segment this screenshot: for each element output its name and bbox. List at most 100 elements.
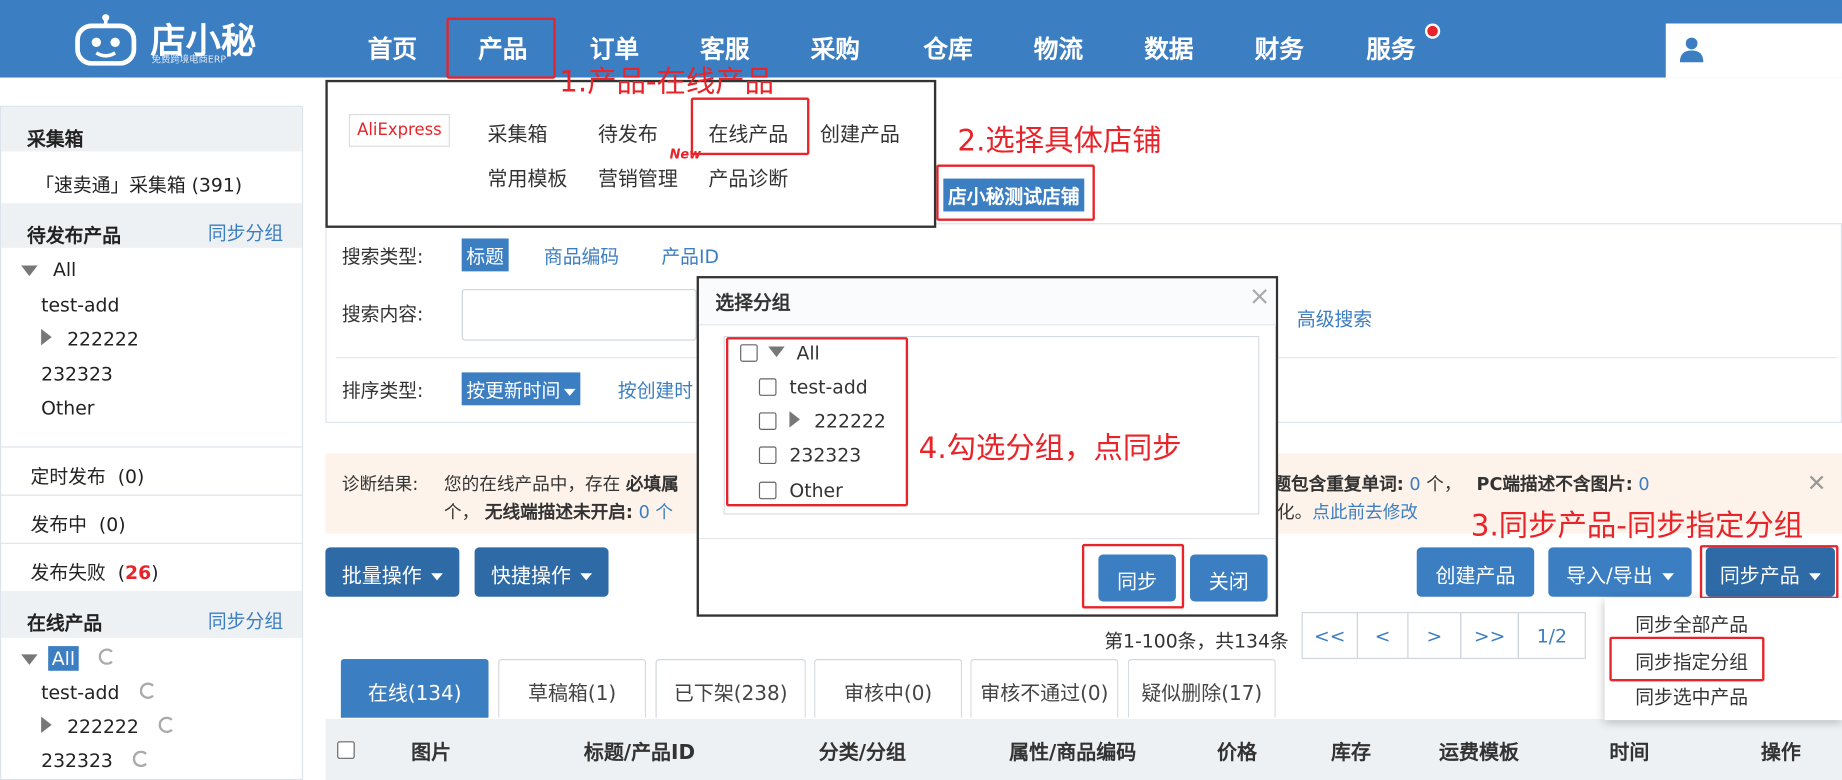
import-export-button[interactable]: 导入/导出 <box>1548 547 1692 597</box>
divider <box>1 494 302 496</box>
highlight-modal-sync <box>1081 543 1185 609</box>
top-navbar <box>0 0 1842 78</box>
tree-item-222222[interactable]: 222222 <box>41 328 139 350</box>
menu-templates[interactable]: 常用模板 <box>488 162 568 191</box>
nav-services[interactable]: 服务 <box>1366 31 1415 66</box>
diagnosis-line1-right: 题包含重复单词: 0 个， PC端描述不含图片: 0 <box>1273 473 1650 495</box>
nav-purchase[interactable]: 采购 <box>811 31 860 66</box>
tree-item-test-add[interactable]: test-add <box>41 294 119 316</box>
products-dropdown <box>325 79 937 228</box>
col-attributes: 属性/商品编码 <box>1009 741 1137 765</box>
fix-now-link[interactable]: 点此前去修改 <box>1312 502 1418 523</box>
online-tree-item-all[interactable]: All <box>21 646 116 671</box>
divider <box>1 446 302 448</box>
tab-suspected-deleted[interactable]: 疑似删除(17) <box>1127 659 1276 718</box>
highlight-sync-button <box>1699 545 1839 600</box>
search-type-product-id[interactable]: 产品ID <box>661 241 719 269</box>
chevron-right-icon[interactable] <box>41 716 52 734</box>
online-tree-item-222222[interactable]: 222222 <box>41 715 176 738</box>
tab-reviewing[interactable]: 审核中(0) <box>814 659 963 718</box>
quick-actions-button[interactable]: 快捷操作 <box>474 547 609 597</box>
advanced-search-link[interactable]: 高级搜索 <box>1297 303 1372 331</box>
sync-selected-products[interactable]: 同步选中产品 <box>1635 681 1748 709</box>
menu-marketing[interactable]: 营销管理 <box>598 162 678 191</box>
modal-close-icon[interactable]: × <box>1249 282 1271 311</box>
chevron-down-icon[interactable] <box>21 265 38 277</box>
search-type-sku[interactable]: 商品编码 <box>544 241 619 269</box>
refresh-icon[interactable] <box>132 750 150 768</box>
status-scheduled[interactable]: 定时发布 (0) <box>31 460 145 488</box>
tree-item-232323[interactable]: 232323 <box>41 363 113 385</box>
refresh-icon[interactable] <box>158 716 176 734</box>
close-icon[interactable]: ✕ <box>1807 469 1827 497</box>
refresh-icon[interactable] <box>139 682 156 699</box>
menu-pending[interactable]: 待发布 <box>598 117 658 146</box>
sidebar-section-collect: 采集箱 <box>1 106 302 152</box>
sidebar-collect-box[interactable]: 「速卖通」采集箱 (391) <box>35 169 242 197</box>
page-prev[interactable]: < <box>1356 612 1409 660</box>
highlight-sync-groups <box>1609 636 1765 682</box>
divider <box>1 542 302 544</box>
sync-groups-link-pending[interactable]: 同步分组 <box>208 217 283 245</box>
logo-robot-icon[interactable] <box>70 14 140 66</box>
menu-diagnosis[interactable]: 产品诊断 <box>708 162 788 191</box>
aliexpress-logo[interactable]: AliExpress <box>348 113 450 147</box>
page-last[interactable]: >> <box>1460 612 1519 660</box>
page-first[interactable]: << <box>1301 612 1358 660</box>
tree-item-all[interactable]: All <box>21 258 76 281</box>
caret-down-icon <box>431 573 443 581</box>
search-content-label: 搜索内容: <box>341 303 424 326</box>
tree-item-other[interactable]: Other <box>41 397 94 419</box>
col-title: 标题/产品ID <box>583 741 696 765</box>
user-icon <box>1679 37 1704 63</box>
select-all-checkbox[interactable] <box>337 741 355 759</box>
menu-create-product[interactable]: 创建产品 <box>820 117 900 146</box>
nav-data[interactable]: 数据 <box>1144 31 1193 66</box>
highlight-online-products <box>690 97 810 156</box>
modal-title: 选择分组 <box>715 291 791 314</box>
sort-update-time[interactable]: 按更新时间 <box>461 372 581 406</box>
create-product-button[interactable]: 创建产品 <box>1416 547 1535 597</box>
col-shipping: 运费模板 <box>1439 741 1519 765</box>
chevron-right-icon[interactable] <box>41 328 52 346</box>
status-publishing[interactable]: 发布中 (0) <box>31 509 126 537</box>
user-menu[interactable] <box>1665 23 1842 78</box>
refresh-icon[interactable] <box>98 648 116 665</box>
nav-warehouse[interactable]: 仓库 <box>923 31 972 66</box>
search-input[interactable] <box>461 288 697 341</box>
sort-create-time[interactable]: 按创建时 <box>618 375 693 403</box>
search-type-title[interactable]: 标题 <box>461 238 509 272</box>
batch-actions-button[interactable]: 批量操作 <box>325 547 460 597</box>
chevron-down-icon[interactable] <box>21 654 38 665</box>
sync-groups-link-online[interactable]: 同步分组 <box>208 605 283 633</box>
status-failed[interactable]: 发布失败 (26) <box>31 557 159 585</box>
col-stock: 库存 <box>1330 741 1371 765</box>
new-badge: New <box>669 146 702 163</box>
nav-finance[interactable]: 财务 <box>1255 31 1304 66</box>
diagnosis-label: 诊断结果: <box>341 473 419 495</box>
col-image: 图片 <box>411 741 452 765</box>
menu-collect-box[interactable]: 采集箱 <box>488 117 548 146</box>
tab-delisted[interactable]: 已下架(238) <box>655 659 806 718</box>
col-price: 价格 <box>1217 741 1257 765</box>
nav-logistics[interactable]: 物流 <box>1034 31 1083 66</box>
nav-home[interactable]: 首页 <box>368 31 417 66</box>
search-type-label: 搜索类型: <box>341 245 424 268</box>
highlight-nav-products <box>446 17 556 79</box>
page-indicator[interactable]: 1/2 <box>1517 612 1586 660</box>
tab-drafts[interactable]: 草稿箱(1) <box>498 659 647 718</box>
online-tree-item-232323[interactable]: 232323 <box>41 749 150 772</box>
sort-type-label: 排序类型: <box>341 379 424 402</box>
page-next[interactable]: > <box>1407 612 1462 660</box>
col-time: 时间 <box>1609 741 1650 765</box>
divider <box>698 538 1276 540</box>
tab-online[interactable]: 在线(134) <box>340 659 489 718</box>
tab-rejected[interactable]: 审核不通过(0) <box>970 659 1119 718</box>
online-tree-item-test-add[interactable]: test-add <box>41 681 156 704</box>
pagination-summary: 第1-100条，共134条 <box>1104 629 1289 652</box>
modal-close-button[interactable]: 关闭 <box>1190 554 1268 602</box>
col-category: 分类/分组 <box>818 741 906 765</box>
sync-all-products[interactable]: 同步全部产品 <box>1635 609 1748 637</box>
annotation-step4: 4.勾选分组，点同步 <box>918 431 1182 466</box>
annotation-step3: 3.同步产品-同步指定分组 <box>1470 508 1804 543</box>
